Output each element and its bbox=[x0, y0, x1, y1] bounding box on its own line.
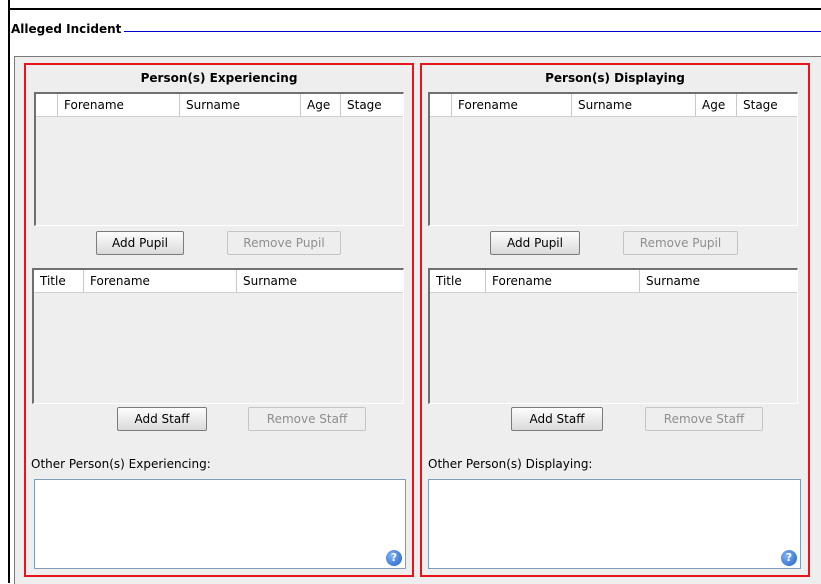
table-header: Title Forename Surname bbox=[430, 270, 797, 293]
column-header-surname[interactable]: Surname bbox=[180, 94, 301, 116]
displaying-pupil-table[interactable]: Forename Surname Age Stage bbox=[428, 92, 798, 226]
help-icon[interactable]: ? bbox=[386, 550, 402, 566]
legend-rule bbox=[118, 31, 821, 32]
displaying-staff-table[interactable]: Title Forename Surname bbox=[428, 268, 798, 404]
remove-staff-button[interactable]: Remove Staff bbox=[248, 407, 366, 431]
column-header-forename[interactable]: Forename bbox=[58, 94, 180, 116]
column-header-surname[interactable]: Surname bbox=[572, 94, 696, 116]
column-header-surname[interactable]: Surname bbox=[237, 270, 402, 292]
panel-title: Person(s) Displaying bbox=[545, 71, 685, 85]
help-icon[interactable]: ? bbox=[781, 550, 797, 566]
window-frame-left bbox=[8, 0, 10, 583]
add-pupil-button[interactable]: Add Pupil bbox=[490, 231, 580, 255]
add-staff-button[interactable]: Add Staff bbox=[511, 407, 603, 431]
other-persons-experiencing-textarea[interactable]: ? bbox=[34, 479, 406, 569]
column-header-forename[interactable]: Forename bbox=[84, 270, 237, 292]
table-header: Title Forename Surname bbox=[34, 270, 403, 293]
experiencing-panel: Person(s) Experiencing Forename Surname … bbox=[24, 63, 414, 577]
column-header-age[interactable]: Age bbox=[696, 94, 737, 116]
column-header-age[interactable]: Age bbox=[301, 94, 341, 116]
column-header-stage[interactable]: Stage bbox=[341, 94, 401, 116]
other-persons-displaying-textarea[interactable]: ? bbox=[428, 479, 801, 569]
column-header-forename[interactable]: Forename bbox=[452, 94, 572, 116]
column-header-title[interactable]: Title bbox=[430, 270, 486, 292]
panel-title: Person(s) Experiencing bbox=[140, 71, 298, 85]
column-header-forename[interactable]: Forename bbox=[486, 270, 640, 292]
column-header-surname[interactable]: Surname bbox=[640, 270, 796, 292]
other-persons-label: Other Person(s) Experiencing: bbox=[31, 457, 211, 471]
experiencing-pupil-table[interactable]: Forename Surname Age Stage bbox=[34, 92, 404, 226]
remove-pupil-button[interactable]: Remove Pupil bbox=[227, 231, 341, 255]
column-header-title[interactable]: Title bbox=[34, 270, 84, 292]
section-legend: Alleged Incident bbox=[11, 22, 125, 36]
column-header-stage[interactable]: Stage bbox=[737, 94, 797, 116]
column-header-blank bbox=[430, 94, 452, 116]
remove-staff-button[interactable]: Remove Staff bbox=[645, 407, 763, 431]
table-header: Forename Surname Age Stage bbox=[36, 94, 403, 117]
experiencing-staff-table[interactable]: Title Forename Surname bbox=[32, 268, 404, 404]
column-header-blank bbox=[36, 94, 58, 116]
add-pupil-button[interactable]: Add Pupil bbox=[96, 231, 184, 255]
table-header: Forename Surname Age Stage bbox=[430, 94, 797, 117]
window-frame-top bbox=[8, 8, 821, 10]
remove-pupil-button[interactable]: Remove Pupil bbox=[623, 231, 738, 255]
other-persons-label: Other Person(s) Displaying: bbox=[428, 457, 593, 471]
add-staff-button[interactable]: Add Staff bbox=[117, 407, 207, 431]
displaying-panel: Person(s) Displaying Forename Surname Ag… bbox=[420, 63, 810, 577]
